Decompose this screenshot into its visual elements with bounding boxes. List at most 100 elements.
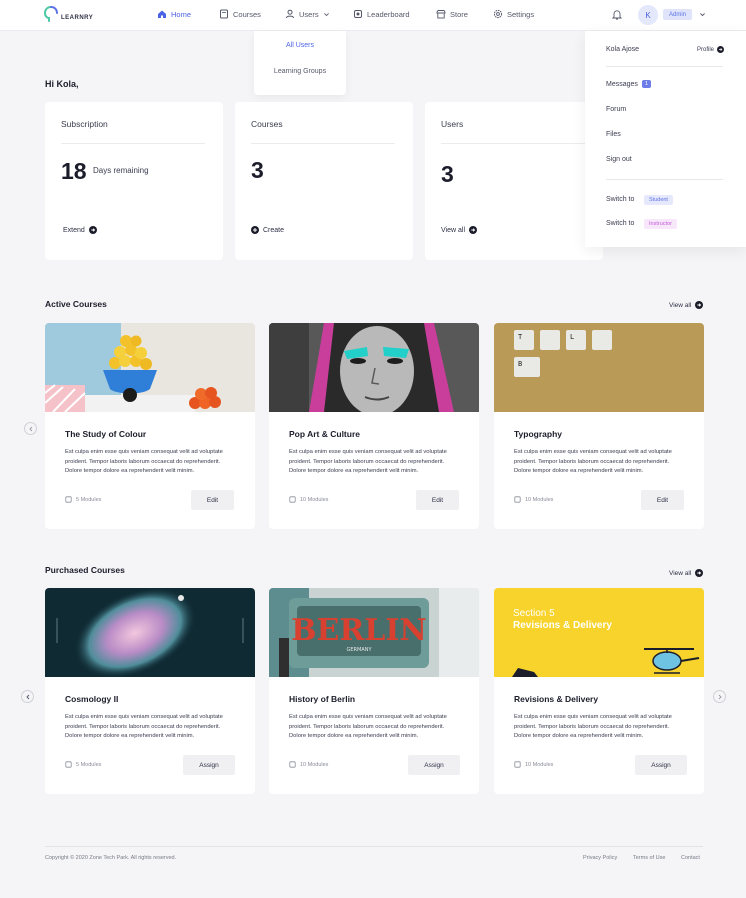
course-image bbox=[45, 323, 255, 412]
top-navigation-bar: LEARNRY Home Courses Users Leaderboard S… bbox=[0, 0, 746, 31]
switch-to-label: Switch to bbox=[606, 196, 635, 203]
menu-item-sign-out[interactable]: Sign out bbox=[606, 156, 632, 163]
book-icon bbox=[289, 496, 296, 503]
active-courses-view-all[interactable]: View all bbox=[669, 301, 704, 309]
nav-courses[interactable]: Courses bbox=[219, 9, 261, 19]
bell-icon[interactable] bbox=[612, 9, 622, 20]
book-icon bbox=[514, 761, 521, 768]
stat-title: Subscription bbox=[61, 119, 108, 129]
course-title: Cosmology II bbox=[65, 694, 119, 704]
profile-link[interactable]: Profile bbox=[697, 46, 725, 53]
chevron-left-icon bbox=[25, 694, 29, 699]
course-image bbox=[269, 323, 479, 412]
divider bbox=[606, 179, 723, 180]
footer-link-contact[interactable]: Contact bbox=[681, 855, 700, 861]
avatar-initial: K bbox=[645, 10, 651, 20]
profile-dropdown: Kola Ajose Profile Messages 1 Forum File… bbox=[585, 31, 746, 247]
assign-button[interactable]: Assign bbox=[183, 755, 235, 775]
nav-settings-label: Settings bbox=[507, 9, 535, 19]
logo-icon bbox=[44, 6, 58, 22]
nav-leaderboard[interactable]: Leaderboard bbox=[353, 9, 410, 19]
role-badge[interactable]: Admin bbox=[663, 9, 693, 20]
course-card[interactable]: The Study of Colour Est culpa enim esse … bbox=[45, 323, 255, 529]
course-thumbnail-pop-art bbox=[269, 323, 479, 412]
module-count: 10 Modules bbox=[289, 496, 328, 503]
course-description: Est culpa enim esse quis veniam consequa… bbox=[514, 449, 672, 474]
menu-item-all-users[interactable]: All Users bbox=[254, 42, 346, 49]
profile-link-label: Profile bbox=[697, 46, 715, 53]
stat-title: Courses bbox=[251, 119, 283, 129]
view-all-label: View all bbox=[669, 301, 692, 309]
nav-users[interactable]: Users bbox=[285, 9, 330, 19]
logo[interactable]: LEARNRY bbox=[44, 6, 93, 22]
carousel-next-button[interactable] bbox=[713, 690, 726, 703]
messages-label: Messages bbox=[606, 81, 638, 88]
module-count: 10 Modules bbox=[514, 761, 553, 768]
chevron-down-icon[interactable] bbox=[699, 11, 706, 18]
book-icon bbox=[514, 496, 521, 503]
course-card[interactable]: Section 5 Revisions & Delivery Revisions… bbox=[494, 588, 704, 794]
course-image bbox=[45, 588, 255, 677]
module-count: 5 Modules bbox=[65, 496, 101, 503]
switch-to-label: Switch to bbox=[606, 220, 635, 227]
purchased-courses-view-all[interactable]: View all bbox=[669, 569, 704, 577]
image-text-line2: Revisions & Delivery bbox=[513, 620, 612, 631]
footer-divider bbox=[45, 846, 703, 847]
assign-button[interactable]: Assign bbox=[635, 755, 687, 775]
module-count-label: 10 Modules bbox=[300, 761, 329, 768]
divider bbox=[61, 143, 205, 144]
course-card[interactable]: BERLIN GERMANY History of Berlin Est cul… bbox=[269, 588, 479, 794]
switch-instructor-badge[interactable]: Instructor bbox=[644, 219, 677, 229]
module-count-label: 10 Modules bbox=[300, 496, 329, 503]
edit-button[interactable]: Edit bbox=[641, 490, 684, 510]
carousel-prev-button[interactable] bbox=[21, 690, 34, 703]
users-dropdown: All Users Learning Groups bbox=[254, 31, 346, 95]
menu-item-learning-groups[interactable]: Learning Groups bbox=[254, 68, 346, 75]
arrow-right-circle-icon bbox=[695, 569, 704, 577]
module-count-label: 10 Modules bbox=[525, 761, 554, 768]
footer-link-privacy[interactable]: Privacy Policy bbox=[583, 855, 617, 861]
create-link-label: Create bbox=[263, 226, 285, 234]
view-all-label: View all bbox=[441, 226, 465, 234]
create-course-link[interactable]: Create bbox=[251, 226, 284, 234]
course-description: Est culpa enim esse quis veniam consequa… bbox=[65, 449, 223, 474]
course-card[interactable]: T L B Typography Est culpa enim esse qui… bbox=[494, 323, 704, 529]
store-icon bbox=[436, 10, 446, 19]
menu-item-files[interactable]: Files bbox=[606, 131, 621, 138]
footer-link-terms[interactable]: Terms of Use bbox=[633, 855, 665, 861]
edit-button[interactable]: Edit bbox=[191, 490, 234, 510]
medal-icon bbox=[354, 10, 362, 18]
course-card[interactable]: Cosmology II Est culpa enim esse quis ve… bbox=[45, 588, 255, 794]
course-thumbnail-berlin: BERLIN GERMANY bbox=[269, 588, 479, 677]
menu-item-messages[interactable]: Messages bbox=[606, 81, 638, 88]
nav-leaderboard-label: Leaderboard bbox=[367, 9, 410, 19]
view-users-link[interactable]: View all bbox=[441, 226, 477, 234]
menu-item-forum[interactable]: Forum bbox=[606, 106, 626, 113]
sign-text: BERLIN bbox=[291, 613, 427, 648]
nav-store[interactable]: Store bbox=[436, 9, 468, 19]
divider bbox=[251, 143, 395, 144]
extend-link[interactable]: Extend bbox=[63, 226, 97, 234]
module-count: 10 Modules bbox=[289, 761, 328, 768]
avatar[interactable]: K bbox=[638, 5, 658, 25]
nav-home[interactable]: Home bbox=[157, 9, 191, 19]
stat-value: 3 bbox=[251, 157, 264, 183]
course-title: Typography bbox=[514, 429, 563, 439]
book-icon bbox=[65, 761, 72, 768]
carousel-prev-button[interactable] bbox=[24, 422, 37, 435]
active-courses-title: Active Courses bbox=[45, 299, 107, 309]
stat-card-users: Users 3 View all bbox=[425, 102, 603, 260]
module-count: 10 Modules bbox=[514, 496, 553, 503]
book-icon bbox=[65, 496, 72, 503]
course-thumbnail-revisions: Section 5 Revisions & Delivery bbox=[494, 588, 704, 677]
stat-title: Users bbox=[441, 119, 464, 129]
arrow-right-circle-icon bbox=[695, 301, 704, 309]
stat-card-courses: Courses 3 Create bbox=[235, 102, 413, 260]
nav-settings[interactable]: Settings bbox=[493, 9, 534, 19]
arrow-right-circle-icon bbox=[88, 226, 97, 234]
switch-student-badge[interactable]: Student bbox=[644, 195, 673, 205]
course-card[interactable]: Pop Art & Culture Est culpa enim esse qu… bbox=[269, 323, 479, 529]
keycap-label: L bbox=[570, 333, 574, 341]
edit-button[interactable]: Edit bbox=[416, 490, 459, 510]
assign-button[interactable]: Assign bbox=[408, 755, 460, 775]
